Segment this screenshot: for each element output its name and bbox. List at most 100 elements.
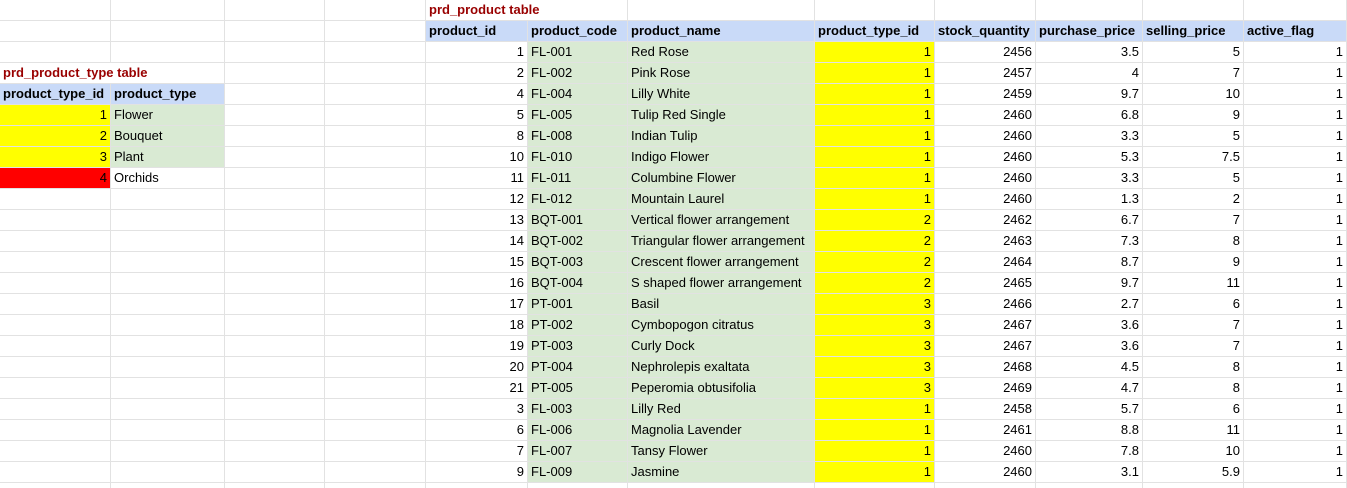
product-cell-purchase-price[interactable]: 8.7 <box>1036 252 1143 273</box>
empty-cell[interactable] <box>111 21 225 42</box>
product-cell-active-flag[interactable]: 1 <box>1244 42 1347 63</box>
product-cell-product-type-id[interactable]: 1 <box>815 189 935 210</box>
empty-cell[interactable] <box>225 441 325 462</box>
empty-cell[interactable] <box>111 378 225 399</box>
empty-cell[interactable] <box>225 378 325 399</box>
product-cell-product-name[interactable]: Cymbopogon citratus <box>628 315 815 336</box>
product-cell-product-code[interactable]: FL-005 <box>528 105 628 126</box>
product-cell-product-id[interactable]: 21 <box>426 378 528 399</box>
product-cell-active-flag[interactable]: 1 <box>1244 462 1347 483</box>
product-cell-purchase-price[interactable]: 3.1 <box>1036 462 1143 483</box>
product-cell-selling-price[interactable]: 7 <box>1143 315 1244 336</box>
empty-cell[interactable] <box>325 357 426 378</box>
product-cell-product-name[interactable]: Basil <box>628 294 815 315</box>
product-cell-stock-quantity[interactable]: 2460 <box>935 126 1036 147</box>
product-cell-purchase-price[interactable]: 8.8 <box>1036 420 1143 441</box>
product-cell-product-code[interactable]: PT-003 <box>528 336 628 357</box>
empty-cell[interactable] <box>325 378 426 399</box>
product-cell-product-name[interactable]: Magnolia Lavender <box>628 420 815 441</box>
empty-cell[interactable] <box>225 0 325 21</box>
product-cell-purchase-price[interactable]: 3.3 <box>1036 126 1143 147</box>
empty-cell[interactable] <box>0 399 111 420</box>
product-cell-active-flag[interactable]: 1 <box>1244 231 1347 252</box>
product-cell-active-flag[interactable]: 1 <box>1244 252 1347 273</box>
empty-cell[interactable] <box>0 315 111 336</box>
empty-cell[interactable] <box>225 63 325 84</box>
product-cell-product-code[interactable]: BQT-002 <box>528 231 628 252</box>
product-cell-product-id[interactable]: 8 <box>426 126 528 147</box>
product-type-cell-product-type[interactable]: Bouquet <box>111 126 225 147</box>
product-table-header-active-flag[interactable]: active_flag <box>1244 21 1347 42</box>
empty-cell[interactable] <box>225 42 325 63</box>
empty-cell[interactable] <box>0 189 111 210</box>
empty-cell[interactable] <box>225 105 325 126</box>
product-cell-product-code[interactable]: FL-008 <box>528 126 628 147</box>
product-cell-selling-price[interactable]: 7 <box>1143 336 1244 357</box>
product-cell-product-type-id[interactable]: 2 <box>815 231 935 252</box>
product-cell-purchase-price[interactable]: 9.7 <box>1036 84 1143 105</box>
product-type-cell-product-type-id[interactable]: 4 <box>0 168 111 189</box>
product-table-header-purchase-price[interactable]: purchase_price <box>1036 21 1143 42</box>
product-cell-active-flag[interactable]: 1 <box>1244 357 1347 378</box>
product-cell-product-type-id[interactable]: 1 <box>815 84 935 105</box>
product-type-header-product-type-id[interactable]: product_type_id <box>0 84 111 105</box>
product-cell-selling-price[interactable]: 11 <box>1143 273 1244 294</box>
empty-cell[interactable] <box>111 42 225 63</box>
product-table-title[interactable]: prd_product table <box>426 0 628 21</box>
empty-cell[interactable] <box>111 462 225 483</box>
product-cell-purchase-price[interactable]: 4.7 <box>1036 378 1143 399</box>
product-cell-active-flag[interactable]: 1 <box>1244 420 1347 441</box>
product-cell-stock-quantity[interactable]: 2458 <box>935 399 1036 420</box>
empty-cell[interactable] <box>0 336 111 357</box>
product-cell-product-name[interactable]: Tulip Red Single <box>628 105 815 126</box>
empty-cell[interactable] <box>225 126 325 147</box>
empty-cell[interactable] <box>225 294 325 315</box>
product-cell-stock-quantity[interactable]: 2467 <box>935 315 1036 336</box>
empty-cell[interactable] <box>325 231 426 252</box>
empty-cell[interactable] <box>0 294 111 315</box>
product-cell-product-name[interactable]: Curly Dock <box>628 336 815 357</box>
product-cell-product-type-id[interactable]: 1 <box>815 399 935 420</box>
product-cell-product-name[interactable]: Indigo Flower <box>628 147 815 168</box>
product-cell-stock-quantity[interactable]: 2460 <box>935 189 1036 210</box>
empty-cell[interactable] <box>111 315 225 336</box>
product-cell-selling-price[interactable]: 5.9 <box>1143 462 1244 483</box>
product-cell-selling-price[interactable]: 2 <box>1143 189 1244 210</box>
empty-cell[interactable] <box>0 231 111 252</box>
empty-cell[interactable] <box>225 315 325 336</box>
product-cell-product-id[interactable]: 1 <box>426 42 528 63</box>
product-cell-product-type-id[interactable]: 1 <box>815 105 935 126</box>
empty-cell[interactable] <box>325 252 426 273</box>
product-cell-active-flag[interactable]: 1 <box>1244 168 1347 189</box>
product-cell-selling-price[interactable]: 10 <box>1143 441 1244 462</box>
product-cell-stock-quantity[interactable]: 2460 <box>935 105 1036 126</box>
product-cell-product-type-id[interactable]: 1 <box>815 441 935 462</box>
product-cell-product-code[interactable]: FL-012 <box>528 189 628 210</box>
empty-cell[interactable] <box>426 483 528 488</box>
product-cell-active-flag[interactable]: 1 <box>1244 63 1347 84</box>
product-type-cell-product-type[interactable]: Orchids <box>111 168 225 189</box>
product-cell-active-flag[interactable]: 1 <box>1244 189 1347 210</box>
empty-cell[interactable] <box>225 84 325 105</box>
empty-cell[interactable] <box>325 21 426 42</box>
empty-cell[interactable] <box>111 231 225 252</box>
product-cell-product-id[interactable]: 7 <box>426 441 528 462</box>
empty-cell[interactable] <box>0 357 111 378</box>
empty-cell[interactable] <box>0 0 111 21</box>
product-cell-selling-price[interactable]: 7.5 <box>1143 147 1244 168</box>
product-cell-active-flag[interactable]: 1 <box>1244 210 1347 231</box>
product-cell-selling-price[interactable]: 11 <box>1143 420 1244 441</box>
empty-cell[interactable] <box>1036 0 1143 21</box>
empty-cell[interactable] <box>628 0 815 21</box>
empty-cell[interactable] <box>325 462 426 483</box>
product-cell-selling-price[interactable]: 5 <box>1143 126 1244 147</box>
product-cell-product-id[interactable]: 18 <box>426 315 528 336</box>
empty-cell[interactable] <box>111 420 225 441</box>
product-cell-product-type-id[interactable]: 3 <box>815 378 935 399</box>
product-cell-product-type-id[interactable]: 3 <box>815 315 935 336</box>
product-cell-purchase-price[interactable]: 4 <box>1036 63 1143 84</box>
product-cell-product-name[interactable]: Indian Tulip <box>628 126 815 147</box>
empty-cell[interactable] <box>325 189 426 210</box>
empty-cell[interactable] <box>1143 483 1244 488</box>
product-cell-stock-quantity[interactable]: 2460 <box>935 147 1036 168</box>
